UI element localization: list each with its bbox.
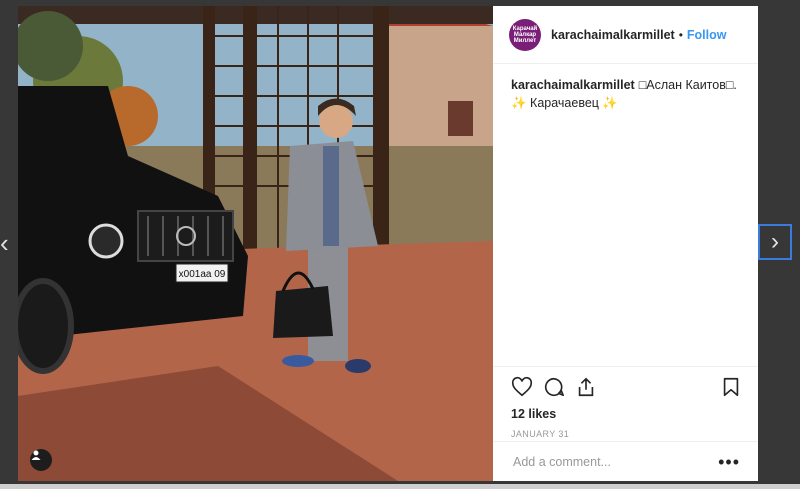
share-icon [578,377,594,397]
separator-dot: • [678,27,683,42]
next-post-arrow[interactable]: › [758,224,792,260]
share-button[interactable] [575,376,597,398]
like-button[interactable] [511,376,533,398]
caption-username[interactable]: karachaimalkarmillet [511,78,635,92]
avatar[interactable]: Карачай Малкар Миллет [509,18,541,51]
photo-illustration: х001аа 09 [18,6,493,481]
comment-icon [544,377,564,397]
post-date[interactable]: JANUARY 31 [511,429,742,439]
comment-input[interactable] [511,454,719,470]
caption-line-2: ✨ Карачаевец ✨ [511,96,618,110]
username-link[interactable]: karachaimalkarmillet [551,28,675,42]
heart-icon [511,376,533,397]
save-button[interactable] [720,376,742,398]
user-tag-button[interactable] [30,449,52,471]
comment-button[interactable] [543,376,565,398]
post-modal: х001аа 09 Карачай Малкар Миллет karachai… [18,6,758,481]
post-actions: 12 likes JANUARY 31 [493,366,758,439]
background-strip [0,484,800,489]
caption-text: □Аслан Каитов□. [638,78,737,92]
user-tag-icon [31,450,41,460]
post-side-panel: Карачай Малкар Миллет karachaimalkarmill… [493,6,758,481]
more-options-button[interactable]: ••• [718,453,740,471]
license-plate: х001аа 09 [179,269,226,280]
chevron-right-icon: › [771,228,779,255]
follow-button[interactable]: Follow [687,28,727,42]
bookmark-icon [723,377,739,397]
post-header: Карачай Малкар Миллет karachaimalkarmill… [493,6,758,64]
post-caption: karachaimalkarmillet □Аслан Каитов□. ✨ Ка… [493,64,758,112]
likes-count[interactable]: 12 likes [511,407,742,421]
comment-bar: ••• [493,441,758,482]
previous-post-arrow[interactable]: ‹ [0,228,12,258]
post-photo[interactable]: х001аа 09 [18,6,493,481]
